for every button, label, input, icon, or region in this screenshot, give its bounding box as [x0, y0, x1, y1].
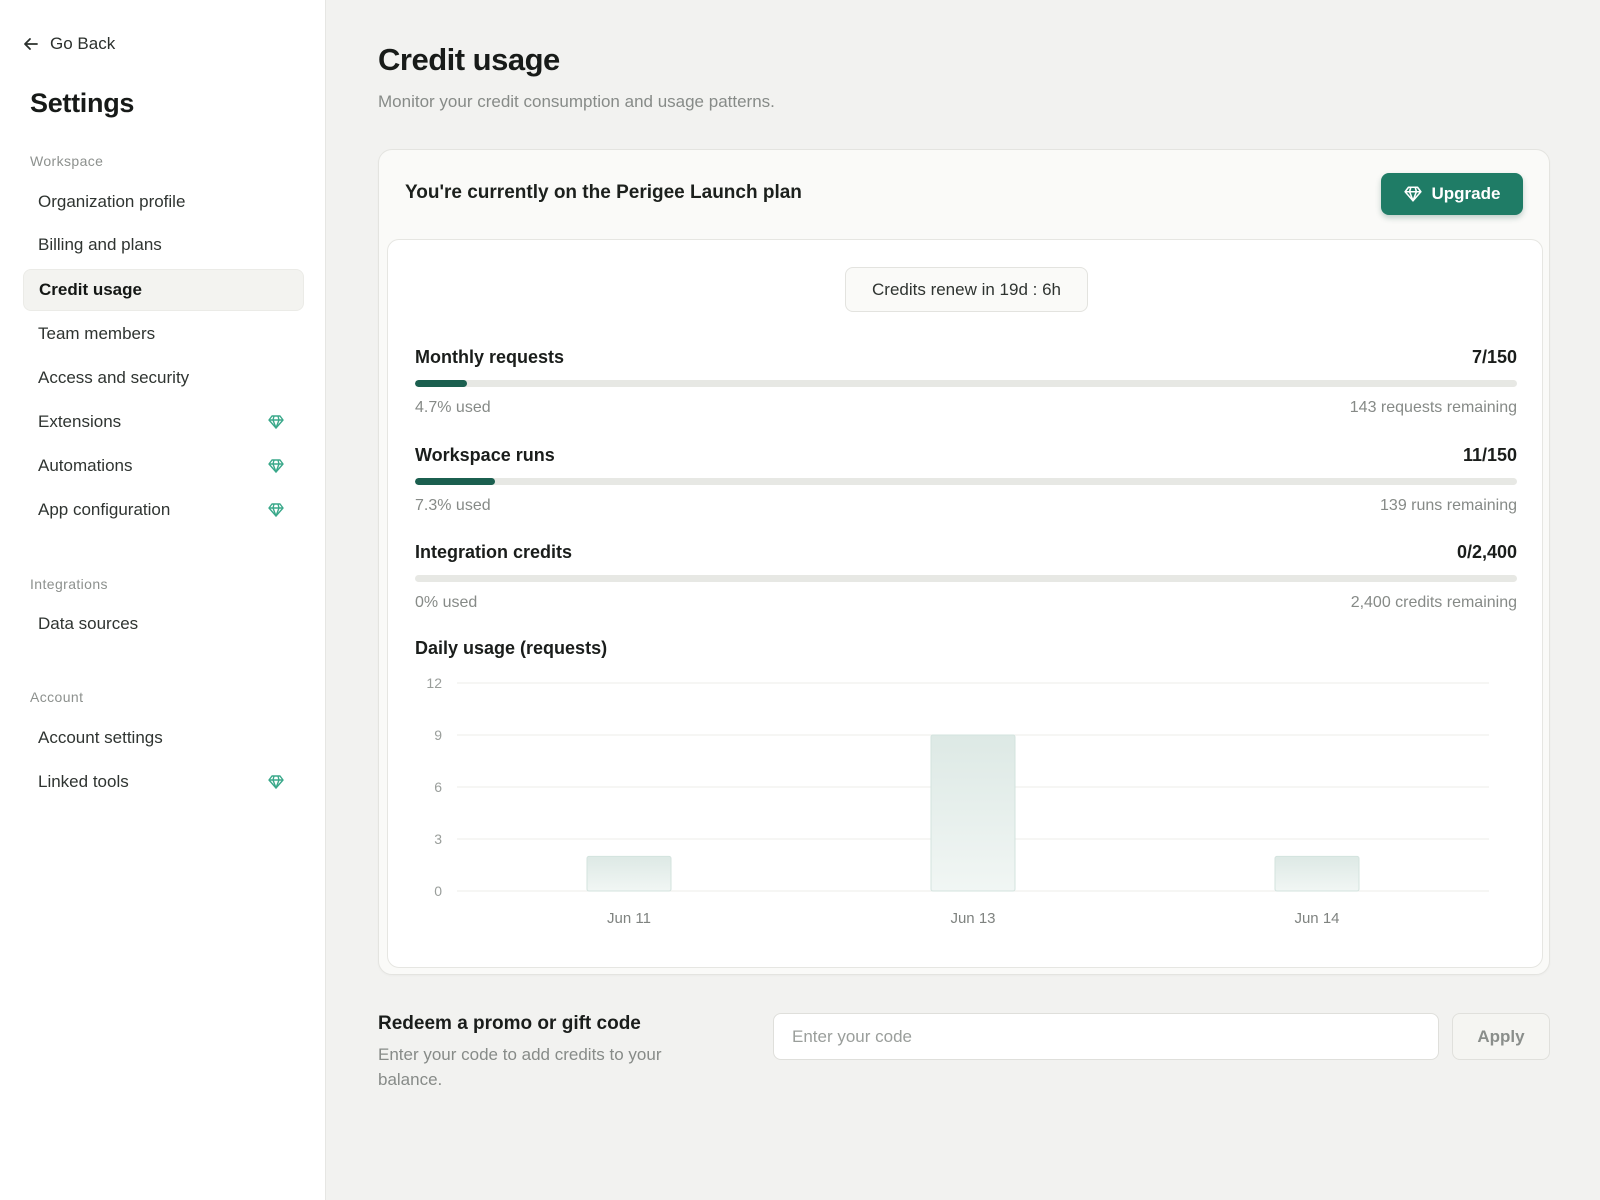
progress-fill — [415, 478, 496, 485]
go-back-label: Go Back — [50, 34, 116, 53]
settings-title: Settings — [30, 88, 135, 118]
y-tick-label: 0 — [434, 883, 442, 899]
metric-used: 0% used — [415, 594, 478, 611]
gem-icon — [268, 459, 284, 473]
chart-bar — [586, 855, 672, 892]
gem-icon — [268, 415, 284, 429]
sidebar-item-label: Team members — [38, 324, 156, 343]
sidebar-item-label: Organization profile — [38, 192, 186, 211]
gem-icon — [268, 503, 284, 517]
promo-description: Enter your code to add credits to your b… — [378, 1045, 662, 1089]
progress-track — [415, 380, 1517, 387]
apply-button[interactable]: Apply — [1452, 1013, 1550, 1060]
sidebar-item-data-sources[interactable]: Data sources — [23, 603, 304, 645]
metric-remaining: 2,400 credits remaining — [1350, 594, 1517, 611]
sidebar-item-team-members[interactable]: Team members — [23, 313, 304, 355]
sidebar-item-extensions[interactable]: Extensions — [23, 401, 304, 443]
metric-value: 11/150 — [1462, 445, 1517, 465]
promo-title: Redeem a promo or gift code — [378, 1013, 641, 1034]
upgrade-button-label: Upgrade — [1431, 184, 1501, 203]
section-label-workspace: Workspace — [30, 153, 104, 169]
metric-name: Monthly requests — [415, 347, 565, 367]
settings-sidebar: Go Back Settings Workspace Organization … — [0, 0, 326, 1200]
plan-card: You're currently on the Perigee Launch p… — [378, 149, 1550, 975]
metric-value: 0/2,400 — [1456, 542, 1517, 562]
sidebar-item-label: Extensions — [38, 412, 122, 431]
progress-track — [415, 575, 1517, 582]
metric-remaining: 139 runs remaining — [1380, 497, 1517, 514]
upgrade-button[interactable]: Upgrade — [1381, 173, 1523, 215]
sidebar-item-label: Linked tools — [38, 772, 129, 791]
metric-integration-credits: Integration credits 0/2,400 0% used 2,40… — [415, 542, 1517, 614]
section-label-integrations: Integrations — [30, 576, 108, 592]
sidebar-item-linked-tools[interactable]: Linked tools — [23, 761, 304, 803]
gem-icon — [1403, 186, 1422, 202]
page-title: Credit usage — [378, 42, 560, 77]
metric-name: Integration credits — [415, 542, 573, 562]
apply-button-label: Apply — [1477, 1026, 1525, 1046]
sidebar-item-label: Access and security — [38, 368, 190, 387]
x-tick-label: Jun 11 — [607, 910, 651, 927]
x-tick-label: Jun 13 — [950, 910, 995, 927]
gem-icon — [268, 775, 284, 789]
sidebar-item-access-and-security[interactable]: Access and security — [23, 357, 304, 399]
y-tick-label: 12 — [426, 675, 442, 691]
sidebar-item-app-configuration[interactable]: App configuration — [23, 489, 304, 531]
sidebar-item-organization-profile[interactable]: Organization profile — [23, 181, 304, 223]
x-tick-label: Jun 14 — [1294, 910, 1339, 927]
metric-used: 4.7% used — [415, 399, 491, 416]
progress-fill — [415, 380, 467, 387]
go-back-link[interactable]: Go Back — [22, 32, 115, 56]
sidebar-item-label: Automations — [38, 456, 133, 475]
sidebar-item-label: Account settings — [38, 728, 163, 747]
daily-usage-chart: 12 9 6 3 0 Jun 11 Jun 13 Jun 14 — [426, 675, 1489, 927]
metric-workspace-runs: Workspace runs 11/150 7.3% used 139 runs… — [415, 445, 1517, 517]
chart-bar — [930, 734, 1016, 892]
credits-renew-badge: Credits renew in 19d : 6h — [845, 267, 1088, 312]
y-tick-label: 3 — [434, 831, 442, 847]
metric-used: 7.3% used — [415, 497, 491, 514]
sidebar-item-billing-and-plans[interactable]: Billing and plans — [23, 224, 304, 266]
page-subtitle: Monitor your credit consumption and usag… — [378, 92, 775, 111]
sidebar-item-label: Credit usage — [39, 280, 142, 299]
sidebar-item-automations[interactable]: Automations — [23, 445, 304, 487]
sidebar-item-credit-usage[interactable]: Credit usage — [23, 269, 304, 311]
metric-value: 7/150 — [1471, 347, 1517, 367]
y-tick-label: 6 — [434, 779, 442, 795]
chart-title: Daily usage (requests) — [415, 638, 608, 658]
section-label-account: Account — [30, 689, 84, 705]
sidebar-item-label: App configuration — [38, 500, 171, 519]
sidebar-item-label: Billing and plans — [38, 235, 162, 254]
promo-code-input[interactable] — [773, 1013, 1439, 1060]
metric-monthly-requests: Monthly requests 7/150 4.7% used 143 req… — [415, 347, 1517, 419]
sidebar-item-account-settings[interactable]: Account settings — [23, 717, 304, 759]
metric-remaining: 143 requests remaining — [1349, 399, 1517, 416]
chart-bar — [1274, 855, 1360, 892]
arrow-left-icon — [24, 38, 38, 50]
sidebar-item-label: Data sources — [38, 614, 139, 633]
usage-card: Credits renew in 19d : 6h Monthly reques… — [387, 239, 1543, 968]
progress-track — [415, 478, 1517, 485]
current-plan-text: You're currently on the Perigee Launch p… — [405, 182, 802, 203]
metric-name: Workspace runs — [415, 445, 555, 465]
y-tick-label: 9 — [434, 727, 442, 743]
